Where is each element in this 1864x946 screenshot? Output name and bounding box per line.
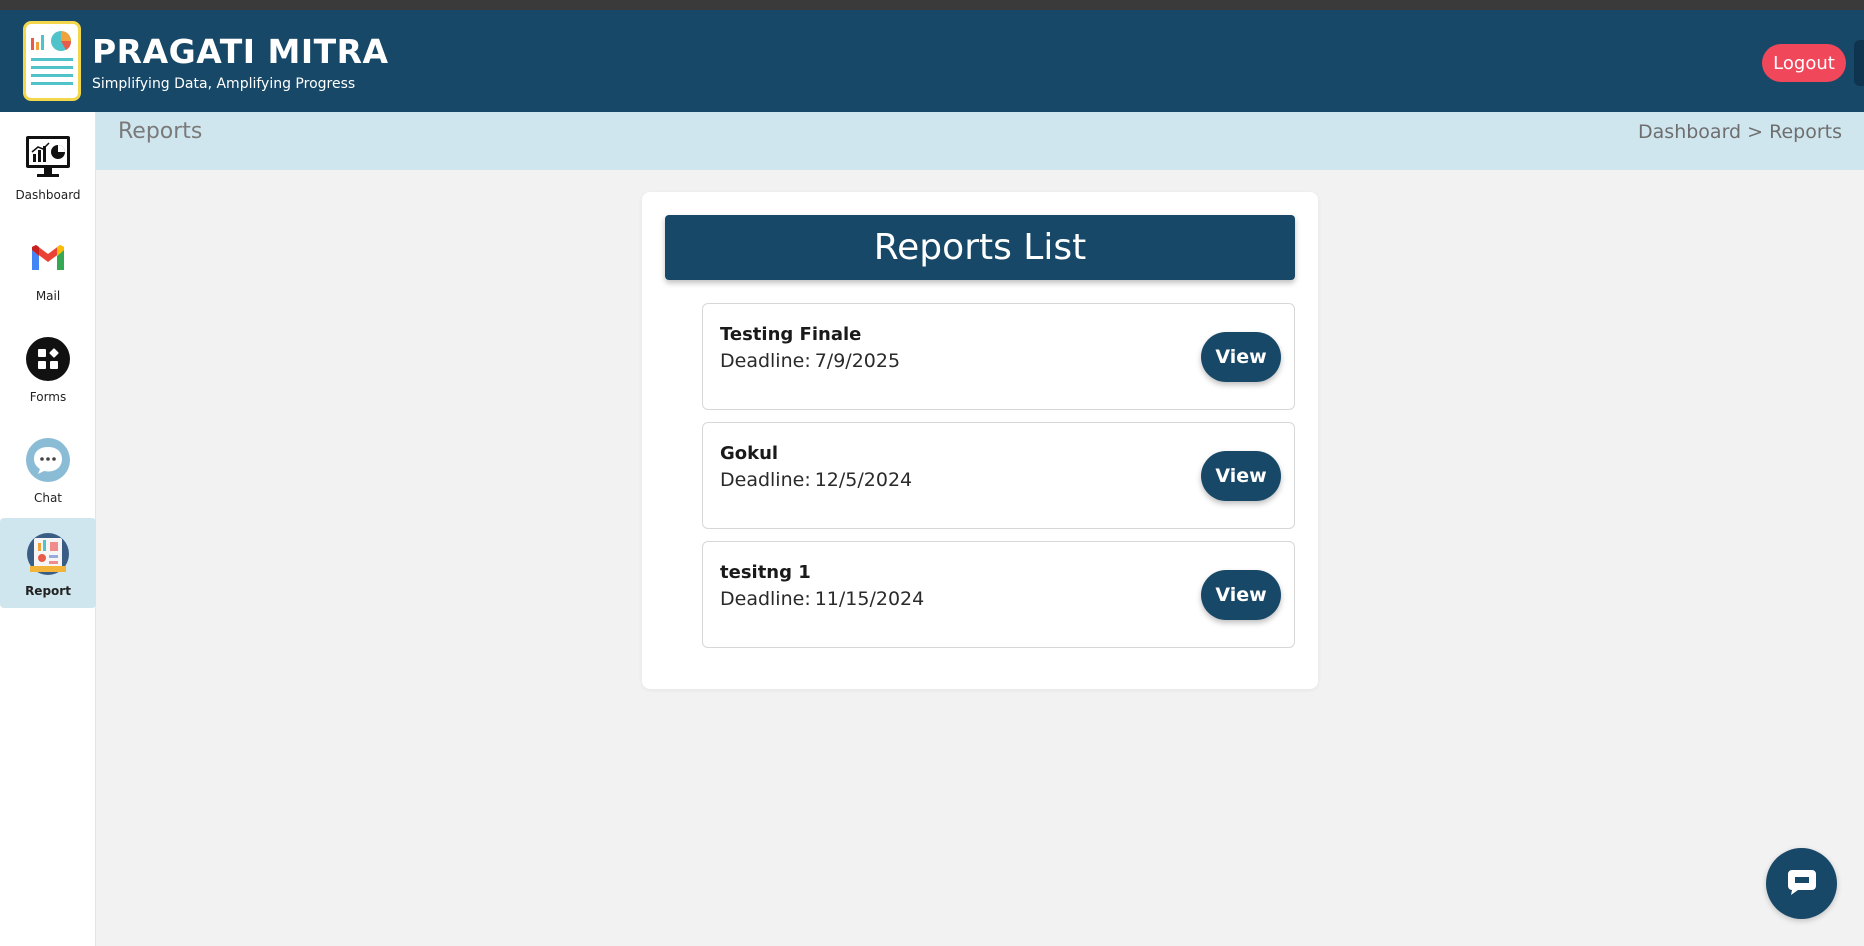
chat-launcher-button[interactable]	[1766, 848, 1837, 919]
sidebar-item-label: Chat	[33, 491, 63, 505]
app-title: PRAGATI MITRA	[92, 32, 389, 71]
sidebar: Dashboard Mail Forms Chat Report	[0, 112, 96, 946]
breadcrumb-bar: Reports Dashboard > Reports	[96, 112, 1864, 170]
deadline-value: 7/9/2025	[814, 350, 901, 372]
deadline-label: Deadline:	[720, 350, 811, 372]
sidebar-item-label: Report	[25, 584, 71, 598]
chat-bubble-icon	[1786, 867, 1818, 901]
page-title: Reports	[118, 119, 203, 144]
report-icon	[25, 530, 71, 576]
sidebar-item-dashboard[interactable]: Dashboard	[0, 122, 96, 212]
view-report-button[interactable]: View	[1201, 451, 1281, 501]
sidebar-item-label: Forms	[29, 390, 67, 404]
chat-icon	[25, 437, 71, 483]
deadline-label: Deadline:	[720, 588, 811, 610]
dashboard-icon	[25, 134, 71, 180]
report-name: Gokul	[720, 443, 779, 464]
browser-top-strip	[0, 0, 1864, 10]
report-deadline: Deadline: 11/15/2024	[720, 588, 924, 610]
sidebar-item-report[interactable]: Report	[0, 518, 96, 608]
report-deadline: Deadline: 7/9/2025	[720, 350, 900, 372]
view-report-button[interactable]: View	[1201, 332, 1281, 382]
edge-tab	[1854, 40, 1864, 86]
reports-card: Reports List Testing Finale Deadline: 7/9…	[642, 192, 1318, 689]
view-report-button[interactable]: View	[1201, 570, 1281, 620]
deadline-value: 11/15/2024	[814, 588, 925, 610]
app-header: PRAGATI MITRA Simplifying Data, Amplifyi…	[0, 10, 1864, 112]
report-item: Testing Finale Deadline: 7/9/2025 View	[702, 303, 1295, 410]
forms-icon	[25, 336, 71, 382]
app-logo	[23, 21, 81, 101]
breadcrumb[interactable]: Dashboard > Reports	[1638, 121, 1842, 143]
deadline-label: Deadline:	[720, 469, 811, 491]
reports-list-heading: Reports List	[665, 215, 1295, 280]
sidebar-item-label: Mail	[35, 289, 61, 303]
report-name: tesitng 1	[720, 562, 811, 583]
logout-button[interactable]: Logout	[1762, 44, 1846, 82]
sidebar-item-label: Dashboard	[15, 188, 81, 202]
app-subtitle: Simplifying Data, Amplifying Progress	[92, 76, 356, 92]
report-item: Gokul Deadline: 12/5/2024 View	[702, 422, 1295, 529]
report-item: tesitng 1 Deadline: 11/15/2024 View	[702, 541, 1295, 648]
deadline-value: 12/5/2024	[814, 469, 913, 491]
sidebar-item-forms[interactable]: Forms	[0, 324, 96, 414]
report-name: Testing Finale	[720, 324, 862, 345]
mail-icon	[25, 235, 71, 281]
sidebar-item-mail[interactable]: Mail	[0, 223, 96, 313]
sidebar-item-chat[interactable]: Chat	[0, 425, 96, 515]
report-deadline: Deadline: 12/5/2024	[720, 469, 912, 491]
